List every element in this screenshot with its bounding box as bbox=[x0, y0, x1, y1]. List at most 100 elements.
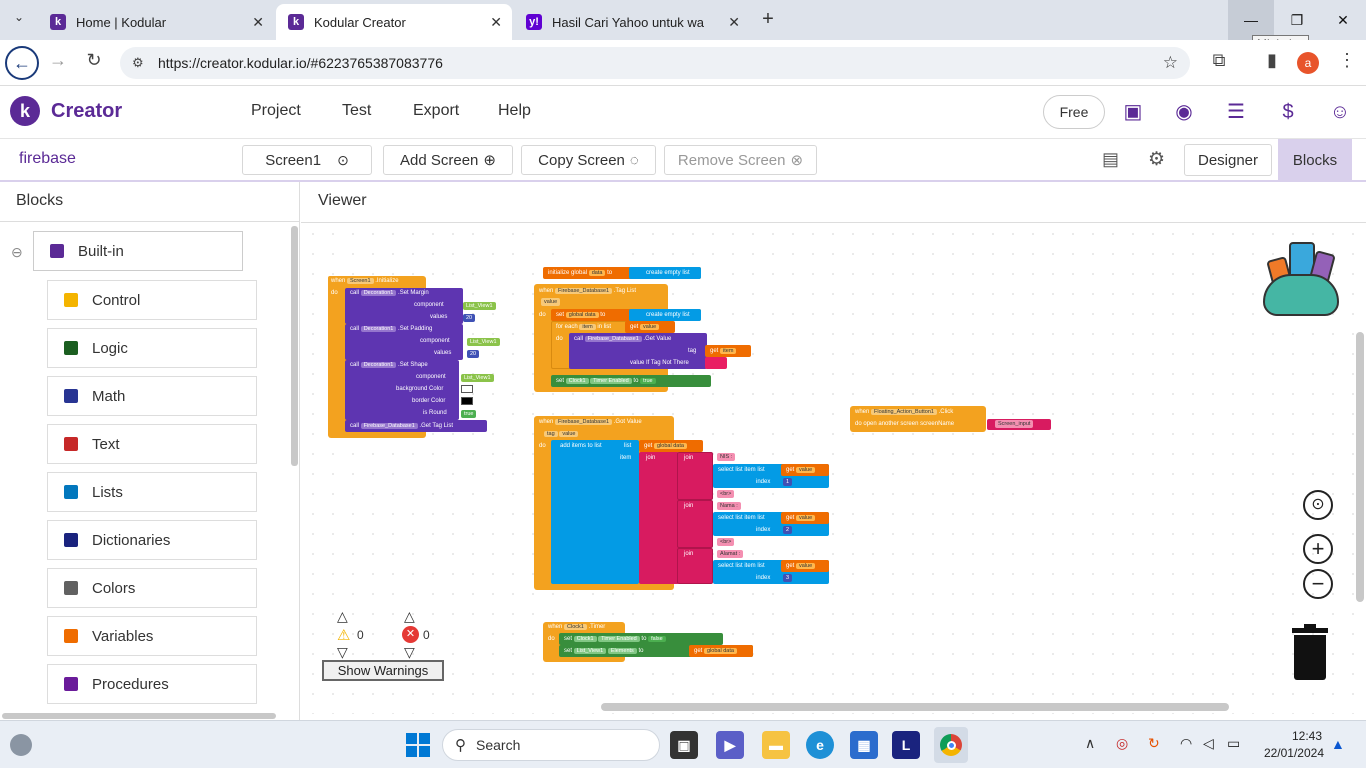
new-tab-button[interactable]: + bbox=[756, 8, 780, 32]
billing-icon[interactable]: $ bbox=[1276, 100, 1300, 124]
variable-name[interactable]: global data bbox=[654, 443, 687, 449]
category-dictionaries[interactable]: Dictionaries bbox=[47, 520, 257, 560]
tab-close-icon[interactable]: ✕ bbox=[252, 14, 264, 31]
component-chip[interactable]: Decoration1 bbox=[360, 290, 397, 296]
widgets-icon[interactable] bbox=[10, 734, 32, 756]
boolean-value[interactable]: true bbox=[640, 378, 656, 384]
teams-icon[interactable]: ▶ bbox=[716, 731, 744, 759]
show-warnings-button[interactable]: Show Warnings bbox=[322, 660, 444, 681]
component-chip[interactable]: Clock1 bbox=[565, 378, 589, 384]
minimize-button[interactable]: — bbox=[1228, 0, 1274, 40]
category-math[interactable]: Math bbox=[47, 376, 257, 416]
text-literal[interactable]: Alamat : bbox=[717, 550, 744, 558]
error-down-arrow-icon[interactable]: ▽ bbox=[404, 644, 415, 661]
close-window-button[interactable]: ✕ bbox=[1320, 0, 1366, 40]
edge-icon[interactable]: e bbox=[806, 731, 834, 759]
component-chip[interactable]: Decoration1 bbox=[360, 362, 397, 368]
empty-text-block[interactable] bbox=[705, 357, 727, 369]
color-white-swatch[interactable] bbox=[461, 385, 473, 393]
component-value[interactable]: List_View1 bbox=[463, 302, 496, 310]
text-literal[interactable]: NIS : bbox=[717, 453, 736, 461]
screen-select[interactable]: Screen1 ⊙ bbox=[242, 145, 372, 175]
category-control[interactable]: Control bbox=[47, 280, 257, 320]
folder-icon[interactable]: ▣ bbox=[1121, 100, 1145, 124]
copy-screen-button[interactable]: Copy Screen ◌ bbox=[521, 145, 656, 175]
zoom-out-icon[interactable]: − bbox=[1303, 569, 1333, 599]
profile-avatar[interactable]: a bbox=[1297, 52, 1319, 74]
remove-screen-button[interactable]: Remove Screen ⊗ bbox=[664, 145, 817, 175]
component-chip[interactable]: Screen1 bbox=[347, 278, 374, 284]
add-screen-button[interactable]: Add Screen ⊕ bbox=[383, 145, 513, 175]
side-panel-icon[interactable]: ▮ bbox=[1259, 50, 1285, 71]
blocks-button[interactable]: Blocks bbox=[1278, 139, 1352, 181]
component-value[interactable]: List_View1 bbox=[461, 374, 494, 382]
text-literal[interactable]: Screen_input bbox=[995, 420, 1034, 428]
free-plan-button[interactable]: Free bbox=[1043, 95, 1105, 129]
component-chip[interactable]: List_View1 bbox=[573, 648, 607, 654]
param-chip[interactable]: value bbox=[541, 298, 561, 306]
viewer-v-scrollbar[interactable] bbox=[1356, 332, 1364, 602]
variable-name[interactable]: item bbox=[720, 348, 737, 354]
store-icon[interactable]: ▦ bbox=[850, 731, 878, 759]
clock-time[interactable]: 12:43 bbox=[1262, 729, 1322, 743]
gallery-icon[interactable]: ▤ bbox=[1102, 149, 1119, 170]
number-value[interactable]: 1 bbox=[783, 478, 793, 486]
variable-name[interactable]: value bbox=[796, 467, 816, 473]
category-procedures[interactable]: Procedures bbox=[47, 664, 257, 704]
menu-help[interactable]: Help bbox=[498, 102, 531, 120]
chrome-icon[interactable] bbox=[934, 727, 968, 763]
menu-test[interactable]: Test bbox=[342, 102, 371, 120]
trash-icon[interactable] bbox=[1292, 624, 1328, 680]
property-chip[interactable]: Timer Enabled bbox=[590, 378, 632, 384]
kodular-logo-icon[interactable]: k bbox=[10, 96, 40, 126]
component-chip[interactable]: Clock1 bbox=[564, 624, 587, 630]
panel-h-scrollbar[interactable] bbox=[2, 713, 276, 719]
component-chip[interactable]: Floating_Action_Button1 bbox=[871, 409, 937, 415]
warning-down-arrow-icon[interactable]: ▽ bbox=[337, 644, 348, 661]
boolean-value[interactable]: false bbox=[648, 636, 666, 642]
tab-close-icon[interactable]: ✕ bbox=[728, 14, 740, 31]
property-chip[interactable]: Elements bbox=[607, 648, 637, 654]
wifi-icon[interactable]: ◠ bbox=[1180, 735, 1192, 752]
text-literal[interactable]: Nama : bbox=[717, 502, 741, 510]
category-variables[interactable]: Variables bbox=[47, 616, 257, 656]
tray-sync-icon[interactable]: ↻ bbox=[1148, 735, 1160, 752]
file-explorer-icon[interactable]: ▬ bbox=[762, 731, 790, 759]
site-info-icon[interactable]: ⚙ bbox=[132, 55, 144, 71]
taskbar-search[interactable]: ⚲ Search bbox=[442, 729, 660, 761]
tab-search-icon[interactable]: ⌄ bbox=[8, 10, 30, 30]
collapse-icon[interactable]: ⊖ bbox=[11, 244, 23, 261]
number-value[interactable]: 3 bbox=[783, 574, 793, 582]
battery-icon[interactable]: ▭ bbox=[1227, 735, 1240, 752]
category-logic[interactable]: Logic bbox=[47, 328, 257, 368]
param-chip[interactable]: tag bbox=[544, 431, 558, 437]
clock-date[interactable]: 22/01/2024 bbox=[1254, 746, 1324, 760]
restore-button[interactable]: ❐ bbox=[1274, 0, 1320, 40]
text-literal[interactable]: <br> bbox=[717, 490, 735, 498]
color-black-swatch[interactable] bbox=[461, 397, 473, 405]
designer-button[interactable]: Designer bbox=[1184, 144, 1272, 176]
tab-yahoo-search[interactable]: y! Hasil Cari Yahoo untuk wa ✕ bbox=[514, 4, 750, 40]
property-chip[interactable]: Timer Enabled bbox=[598, 636, 640, 642]
notification-bell-icon[interactable]: ▲ bbox=[1331, 736, 1345, 752]
settings-icon[interactable]: ⚙ bbox=[1148, 148, 1165, 171]
back-button[interactable]: ← bbox=[5, 46, 39, 80]
component-chip[interactable]: Clock1 bbox=[573, 636, 597, 642]
item-chip[interactable]: item bbox=[579, 324, 596, 330]
category-lists[interactable]: Lists bbox=[47, 472, 257, 512]
tray-app-icon[interactable]: ◎ bbox=[1116, 735, 1128, 752]
boolean-value[interactable]: true bbox=[461, 410, 477, 418]
menu-project[interactable]: Project bbox=[251, 102, 301, 120]
variable-name[interactable]: value bbox=[796, 563, 816, 569]
l-app-icon[interactable]: L bbox=[892, 731, 920, 759]
param-chip[interactable]: value bbox=[559, 431, 579, 437]
component-chip[interactable]: Firebase_Database1 bbox=[584, 336, 642, 342]
extensions-icon[interactable]: ⧉ bbox=[1206, 50, 1232, 71]
variable-name[interactable]: global data bbox=[565, 312, 599, 318]
number-value[interactable]: 2 bbox=[783, 526, 793, 534]
viewer-h-scrollbar[interactable] bbox=[601, 703, 1229, 711]
account-icon[interactable]: ☺ bbox=[1328, 100, 1352, 124]
volume-icon[interactable]: ◁ bbox=[1203, 735, 1214, 752]
component-chip[interactable]: Firebase_Database1 bbox=[555, 419, 613, 425]
tab-kodular-creator[interactable]: k Kodular Creator ✕ bbox=[276, 4, 512, 40]
